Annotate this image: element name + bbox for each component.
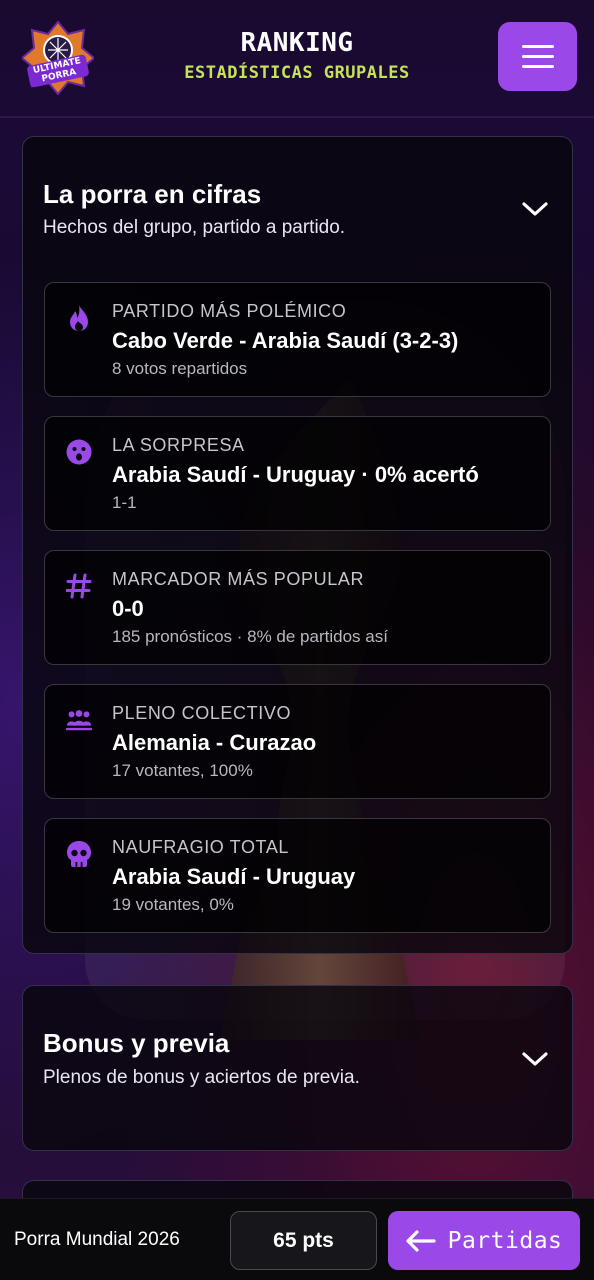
stat-card-polemico[interactable]: PARTIDO MÁS POLÉMICO Cabo Verde - Arabia…: [44, 282, 551, 397]
stat-card-label: NAUFRAGIO TOTAL: [112, 837, 290, 857]
stat-card-detail: 17 votantes, 100%: [112, 761, 253, 780]
bonus-section-description: Plenos de bonus y aciertos de previa.: [43, 1067, 360, 1088]
hamburger-icon-bar: [521, 55, 554, 58]
stat-card-value: Cabo Verde - Arabia Saudí (3-2-3): [112, 328, 459, 353]
stat-card-value: Alemania - Curazao: [112, 730, 317, 755]
stat-card-detail: 1-1: [112, 493, 137, 512]
stat-card-label: LA SORPRESA: [112, 435, 245, 455]
flame-icon: [65, 303, 93, 333]
partidas-label: Partidas: [447, 1227, 563, 1254]
stat-card-label: MARCADOR MÁS POPULAR: [112, 569, 365, 589]
hamburger-icon-bar: [521, 65, 554, 68]
skull-icon: [65, 839, 93, 869]
cifras-section: La porra en cifras Hechos del grupo, par…: [22, 136, 573, 954]
bottom-bar: Porra Mundial 2026 65 pts Partidas: [0, 1198, 594, 1280]
group-icon: [65, 705, 93, 735]
points-badge: 65 pts: [230, 1211, 377, 1270]
stat-card-value: Arabia Saudí - Uruguay: [112, 864, 356, 889]
stat-card-label: PARTIDO MÁS POLÉMICO: [112, 301, 347, 321]
hamburger-icon: [521, 45, 554, 48]
stat-card-detail: 185 pronósticos · 8% de partidos así: [112, 627, 388, 646]
chevron-down-icon[interactable]: [521, 199, 549, 219]
partidas-button[interactable]: Partidas: [388, 1211, 580, 1270]
stat-card-value: 0-0: [112, 596, 144, 621]
stat-card-label: PLENO COLECTIVO: [112, 703, 292, 723]
stat-card-naufragio[interactable]: NAUFRAGIO TOTAL Arabia Saudí - Uruguay 1…: [44, 818, 551, 933]
stat-card-sorpresa[interactable]: LA SORPRESA Arabia Saudí - Uruguay · 0% …: [44, 416, 551, 531]
group-name: Porra Mundial 2026: [14, 1229, 180, 1250]
stat-card-value: Arabia Saudí - Uruguay · 0% acertó: [112, 462, 479, 487]
surprised-face-icon: [65, 437, 93, 467]
stat-card-marcador[interactable]: MARCADOR MÁS POPULAR 0-0 185 pronósticos…: [44, 550, 551, 665]
hash-icon: [65, 571, 93, 601]
bonus-section[interactable]: Bonus y previa Plenos de bonus y acierto…: [22, 985, 573, 1151]
chevron-down-icon[interactable]: [521, 1049, 549, 1069]
cifras-section-description: Hechos del grupo, partido a partido.: [43, 217, 346, 238]
bonus-section-title: Bonus y previa: [43, 1028, 230, 1058]
stat-card-detail: 19 votantes, 0%: [112, 895, 234, 914]
stat-card-pleno[interactable]: PLENO COLECTIVO Alemania - Curazao 17 vo…: [44, 684, 551, 799]
stat-card-detail: 8 votos repartidos: [112, 359, 248, 378]
arrow-left-icon: [406, 1229, 436, 1252]
app-header: ULTIMATE PORRA RANKING ESTADÍSTICAS GRUP…: [0, 0, 594, 118]
menu-button[interactable]: [498, 22, 577, 91]
cifras-section-title: La porra en cifras: [43, 179, 262, 209]
